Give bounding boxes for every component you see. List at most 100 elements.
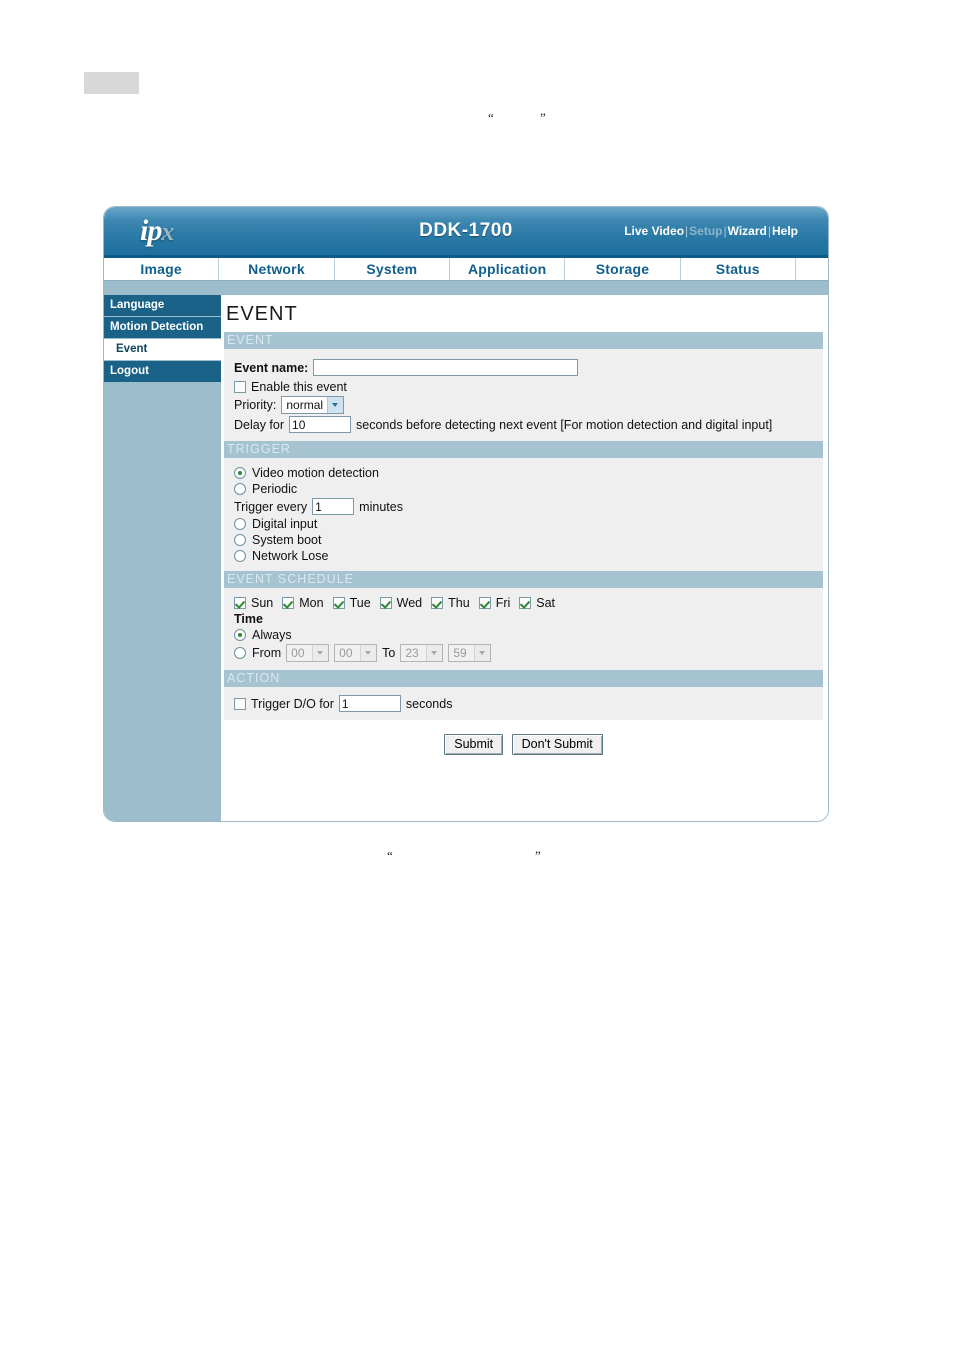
delay-row: Delay for seconds before detecting next … [234,416,823,433]
radio-digital-input[interactable] [234,518,246,530]
radio-time-range[interactable] [234,647,246,659]
checkbox-sat[interactable] [519,597,532,609]
enable-event-row[interactable]: Enable this event [234,380,823,394]
quote-open-glyph: “ [488,110,494,125]
redacted-header-block [84,72,139,94]
day-toggle-fri[interactable]: Fri [478,596,510,610]
quote-open-glyph: “ [387,848,393,863]
section-body-action: Trigger D/O for seconds [224,687,823,720]
checkbox-sun[interactable] [234,597,246,609]
sidebar-item-motion-detection[interactable]: Motion Detection [104,317,221,339]
enable-event-checkbox[interactable] [234,381,246,393]
day-toggle-thu[interactable]: Thu [431,596,470,610]
checkbox-thu[interactable] [431,597,444,609]
link-wizard[interactable]: Wizard [728,224,767,238]
tab-network[interactable]: Network [219,258,335,280]
from-hour-select[interactable]: 00 [286,644,330,662]
sidebar: Language Motion Detection Event Logout [104,295,221,821]
checkbox-tue[interactable] [332,597,345,609]
chevron-down-icon[interactable] [327,397,344,413]
label-wed: Wed [396,596,423,610]
trigger-every-minutes-input[interactable] [312,498,355,515]
content-area: EVENT EVENT Event name: Enable this even… [221,295,828,821]
from-label: From [252,646,282,660]
time-option-range[interactable]: From 00 00 To 23 59 [234,644,823,662]
trigger-option-periodic[interactable]: Periodic [234,482,823,496]
checkbox-trigger-do[interactable] [234,697,246,710]
link-help[interactable]: Help [772,224,798,238]
nav-underbar [104,281,828,295]
trigger-option-network-lose[interactable]: Network Lose [234,549,823,563]
trigger-option-video-motion[interactable]: Video motion detection [234,466,823,480]
day-toggle-tue[interactable]: Tue [332,596,371,610]
trigger-every-row: Trigger every minutes [234,498,823,515]
to-hour-value: 23 [405,646,419,660]
tab-system[interactable]: System [335,258,450,280]
priority-label: Priority: [234,398,277,412]
chevron-down-icon[interactable] [360,645,377,661]
label-mon: Mon [299,596,324,610]
trigger-option-digital-input[interactable]: Digital input [234,517,823,531]
from-minute-select[interactable]: 00 [334,644,378,662]
day-toggle-sun[interactable]: Sun [234,596,273,610]
to-hour-select[interactable]: 23 [400,644,444,662]
delay-seconds-input[interactable] [289,416,352,433]
radio-always[interactable] [234,629,246,641]
radio-periodic[interactable] [234,483,246,495]
checkbox-fri[interactable] [478,597,491,609]
section-header-event: EVENT [224,332,823,349]
tab-image[interactable]: Image [104,258,220,280]
form-buttons: Submit Don't Submit [224,720,823,755]
link-live-video[interactable]: Live Video [624,224,684,238]
section-body-event-schedule: Sun Mon Tue Wed Thu Fri Sat Time Always … [224,588,823,670]
link-setup[interactable]: Setup [689,224,722,238]
quote-close-glyph: ” [535,848,541,863]
submit-button[interactable]: Submit [444,734,504,755]
radio-label-periodic: Periodic [252,482,298,496]
dont-submit-button[interactable]: Don't Submit [511,734,603,755]
priority-select[interactable]: normal [281,396,345,414]
event-name-input[interactable] [313,359,579,376]
tab-status[interactable]: Status [681,258,796,280]
time-option-always[interactable]: Always [234,628,823,642]
quote-close-glyph: ” [540,110,546,125]
trigger-do-label: Trigger D/O for [251,696,334,711]
enable-event-label: Enable this event [251,380,347,394]
day-toggle-mon[interactable]: Mon [282,596,324,610]
radio-label-system-boot: System boot [252,533,322,547]
sidebar-item-language[interactable]: Language [104,295,221,317]
device-header: ipx DDK-1700 Live Video|Setup|Wizard|Hel… [104,207,828,258]
from-hour-value: 00 [291,646,305,660]
day-toggle-wed[interactable]: Wed [379,596,423,610]
section-body-event: Event name: Enable this event Priority: … [224,349,823,441]
radio-network-lose[interactable] [234,550,246,562]
header-links: Live Video|Setup|Wizard|Help [624,224,798,238]
sidebar-item-event[interactable]: Event [104,339,221,361]
radio-video-motion-detection[interactable] [234,467,246,479]
section-header-event-schedule: EVENT SCHEDULE [224,571,823,588]
label-tue: Tue [349,596,371,610]
trigger-option-system-boot[interactable]: System boot [234,533,823,547]
label-sun: Sun [251,596,274,610]
from-minute-value: 00 [339,646,353,660]
radio-system-boot[interactable] [234,534,246,546]
day-toggle-sat[interactable]: Sat [519,596,555,610]
event-name-label: Event name: [234,360,309,375]
checkbox-wed[interactable] [379,597,392,609]
device-body: Language Motion Detection Event Logout E… [104,295,828,821]
checkbox-mon[interactable] [282,597,295,609]
trigger-every-prefix-label: Trigger every [234,499,308,514]
chevron-down-icon[interactable] [474,645,491,661]
priority-row: Priority: normal [234,396,823,414]
radio-label-network-lose: Network Lose [252,549,329,563]
trigger-do-seconds-input[interactable] [338,695,401,712]
section-header-trigger: TRIGGER [224,441,823,458]
priority-value: normal [286,398,324,412]
tab-storage[interactable]: Storage [565,258,681,280]
tab-application[interactable]: Application [450,258,566,280]
label-thu: Thu [448,596,470,610]
chevron-down-icon[interactable] [312,645,329,661]
sidebar-item-logout[interactable]: Logout [104,361,221,383]
to-minute-select[interactable]: 59 [448,644,492,662]
chevron-down-icon[interactable] [426,645,443,661]
